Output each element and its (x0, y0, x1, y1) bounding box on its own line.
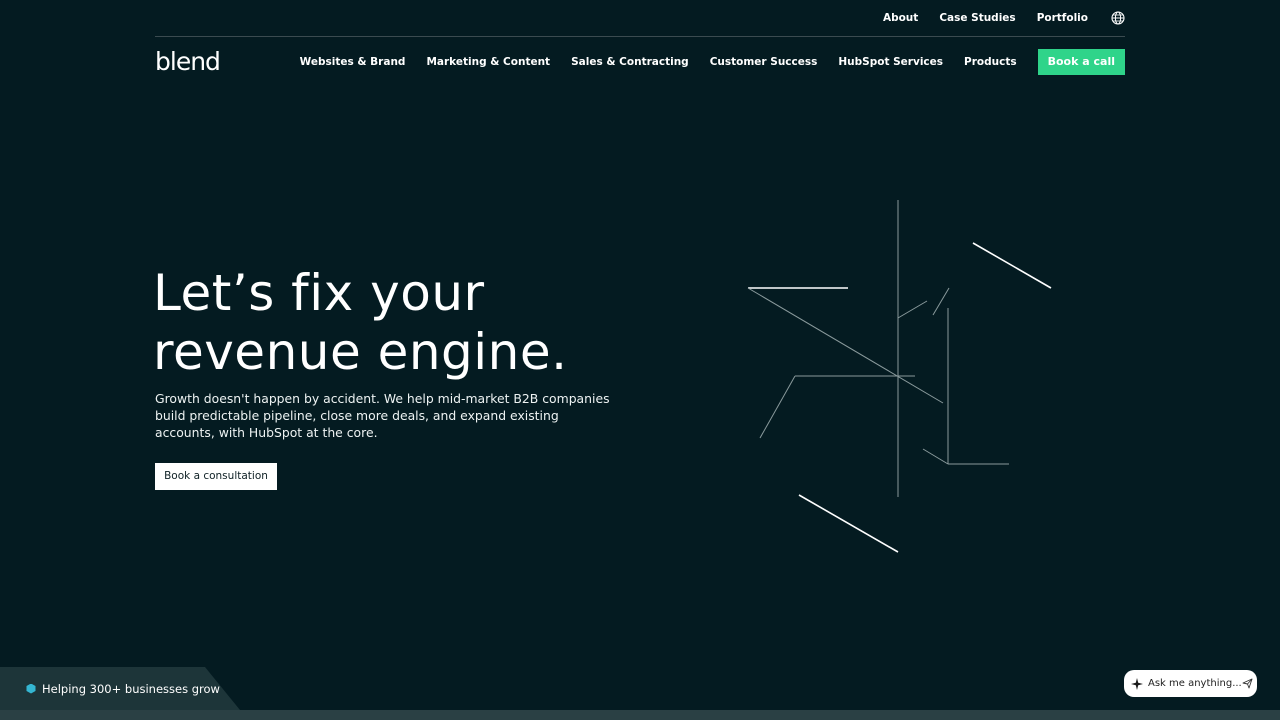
art-line (747, 287, 944, 404)
nav-item-customer-success[interactable]: Customer Success (710, 56, 818, 68)
art-line (897, 300, 928, 319)
book-call-button[interactable]: Book a call (1037, 49, 1125, 75)
nav-item-hubspot-services[interactable]: HubSpot Services (838, 56, 943, 68)
logo[interactable]: blend (155, 47, 221, 76)
nav-item-marketing-content[interactable]: Marketing & Content (426, 56, 550, 68)
hero-title-line-1: Let’s fix your (153, 264, 485, 322)
hero-title-line-2: revenue engine. (153, 323, 568, 381)
nav-item-websites-brand[interactable]: Websites & Brand (300, 56, 406, 68)
book-consultation-button[interactable]: Book a consultation (155, 463, 277, 490)
hero-line-art (747, 200, 1052, 553)
main-nav: blend Websites & Brand Marketing & Conte… (155, 38, 1125, 86)
globe-icon[interactable] (1111, 11, 1125, 25)
utility-link-about[interactable]: About (883, 12, 918, 24)
hero-subtitle: Growth doesn't happen by accident. We he… (155, 391, 610, 440)
utility-link-portfolio[interactable]: Portfolio (1037, 12, 1088, 24)
hexagon-icon (26, 683, 36, 694)
art-line (798, 494, 899, 553)
hero-title: Let’s fix your revenue engine. (153, 264, 568, 382)
utility-link-case-studies[interactable]: Case Studies (939, 12, 1015, 24)
sparkle-icon (1131, 677, 1143, 690)
footer-strip (0, 710, 1280, 720)
chat-input[interactable]: Ask me anything... (1148, 678, 1242, 689)
art-line (922, 448, 949, 465)
utility-nav: About Case Studies Portfolio (155, 0, 1125, 37)
art-line (759, 375, 796, 439)
chat-widget[interactable]: Ask me anything... (1124, 670, 1257, 697)
nav-item-products[interactable]: Products (964, 56, 1017, 68)
badge-text: Helping 300+ businesses grow (42, 681, 220, 696)
art-line (932, 287, 950, 316)
art-line (972, 242, 1052, 289)
nav-links: Websites & Brand Marketing & Content Sal… (300, 49, 1125, 75)
social-proof-badge: Helping 300+ businesses grow (0, 667, 240, 710)
page: About Case Studies Portfolio blend Websi… (0, 0, 1280, 720)
nav-item-sales-contracting[interactable]: Sales & Contracting (571, 56, 689, 68)
send-icon[interactable] (1242, 678, 1253, 689)
